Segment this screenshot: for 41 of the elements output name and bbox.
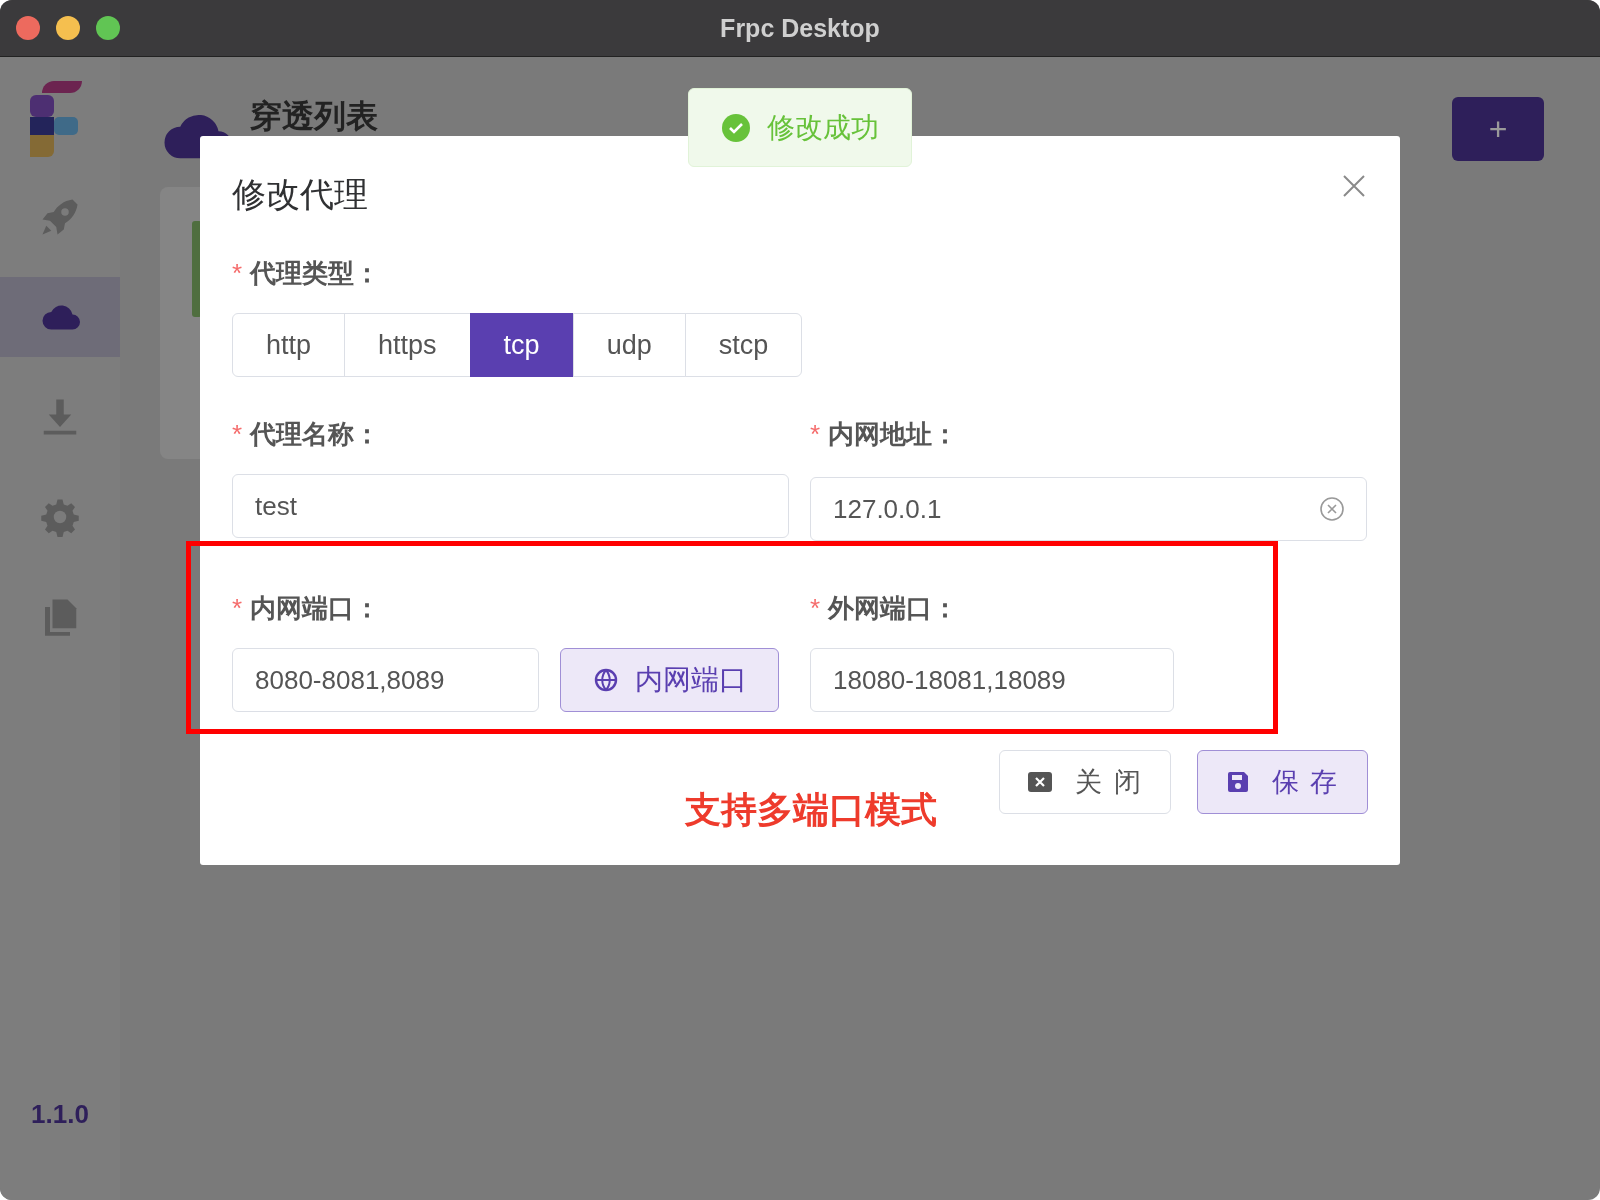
check-circle-icon <box>721 112 751 143</box>
required-mark: * <box>810 419 821 450</box>
window-title: Frpc Desktop <box>719 13 881 43</box>
clear-icon[interactable] <box>1319 496 1345 522</box>
required-mark: * <box>232 593 243 624</box>
proxy-type-option[interactable]: udp <box>572 313 686 377</box>
field-label: 代理类型： <box>250 257 381 290</box>
logo-icon <box>28 81 84 157</box>
local-port-button[interactable]: 内网端口 <box>560 648 779 712</box>
zoom-window-button[interactable] <box>96 16 120 40</box>
close-button[interactable]: 关 闭 <box>999 750 1171 814</box>
save-button[interactable]: 保 存 <box>1197 750 1368 814</box>
text-field[interactable]: 8080-8081,8089 <box>232 648 539 712</box>
proxy-type-option[interactable]: https <box>344 313 471 377</box>
dialog-title: 修改代理 <box>232 174 368 215</box>
text-field[interactable]: 127.0.0.1 <box>810 477 1367 541</box>
proxy-type-option[interactable]: http <box>232 313 346 377</box>
field-label: 内网地址： <box>828 418 959 451</box>
text-field[interactable]: 18080-18081,18089 <box>810 648 1174 712</box>
version-label: 1.1.0 <box>30 1099 90 1130</box>
proxy-type-option[interactable]: tcp <box>469 313 574 377</box>
text-field[interactable]: test <box>232 474 789 538</box>
settings-icon <box>40 497 80 537</box>
required-mark: * <box>810 593 821 624</box>
globe-icon <box>592 667 619 693</box>
close-box-icon <box>1027 771 1054 793</box>
rocket-icon <box>40 197 80 237</box>
toast-message: 修改成功 <box>767 110 879 145</box>
field-label: 外网端口： <box>828 592 959 625</box>
required-mark: * <box>232 419 243 450</box>
field-label: 代理名称： <box>250 418 381 451</box>
page-title: 穿透列表 <box>250 97 378 136</box>
add-button[interactable]: + <box>1452 97 1544 161</box>
close-icon[interactable] <box>1342 174 1366 198</box>
proxy-type-option[interactable]: stcp <box>684 313 803 377</box>
close-window-button[interactable] <box>16 16 40 40</box>
nav-item[interactable] <box>0 277 120 357</box>
annotation-text: 支持多端口模式 <box>685 788 937 832</box>
minimize-window-button[interactable] <box>56 16 80 40</box>
field-label: 内网端口： <box>250 592 381 625</box>
required-mark: * <box>232 258 243 289</box>
